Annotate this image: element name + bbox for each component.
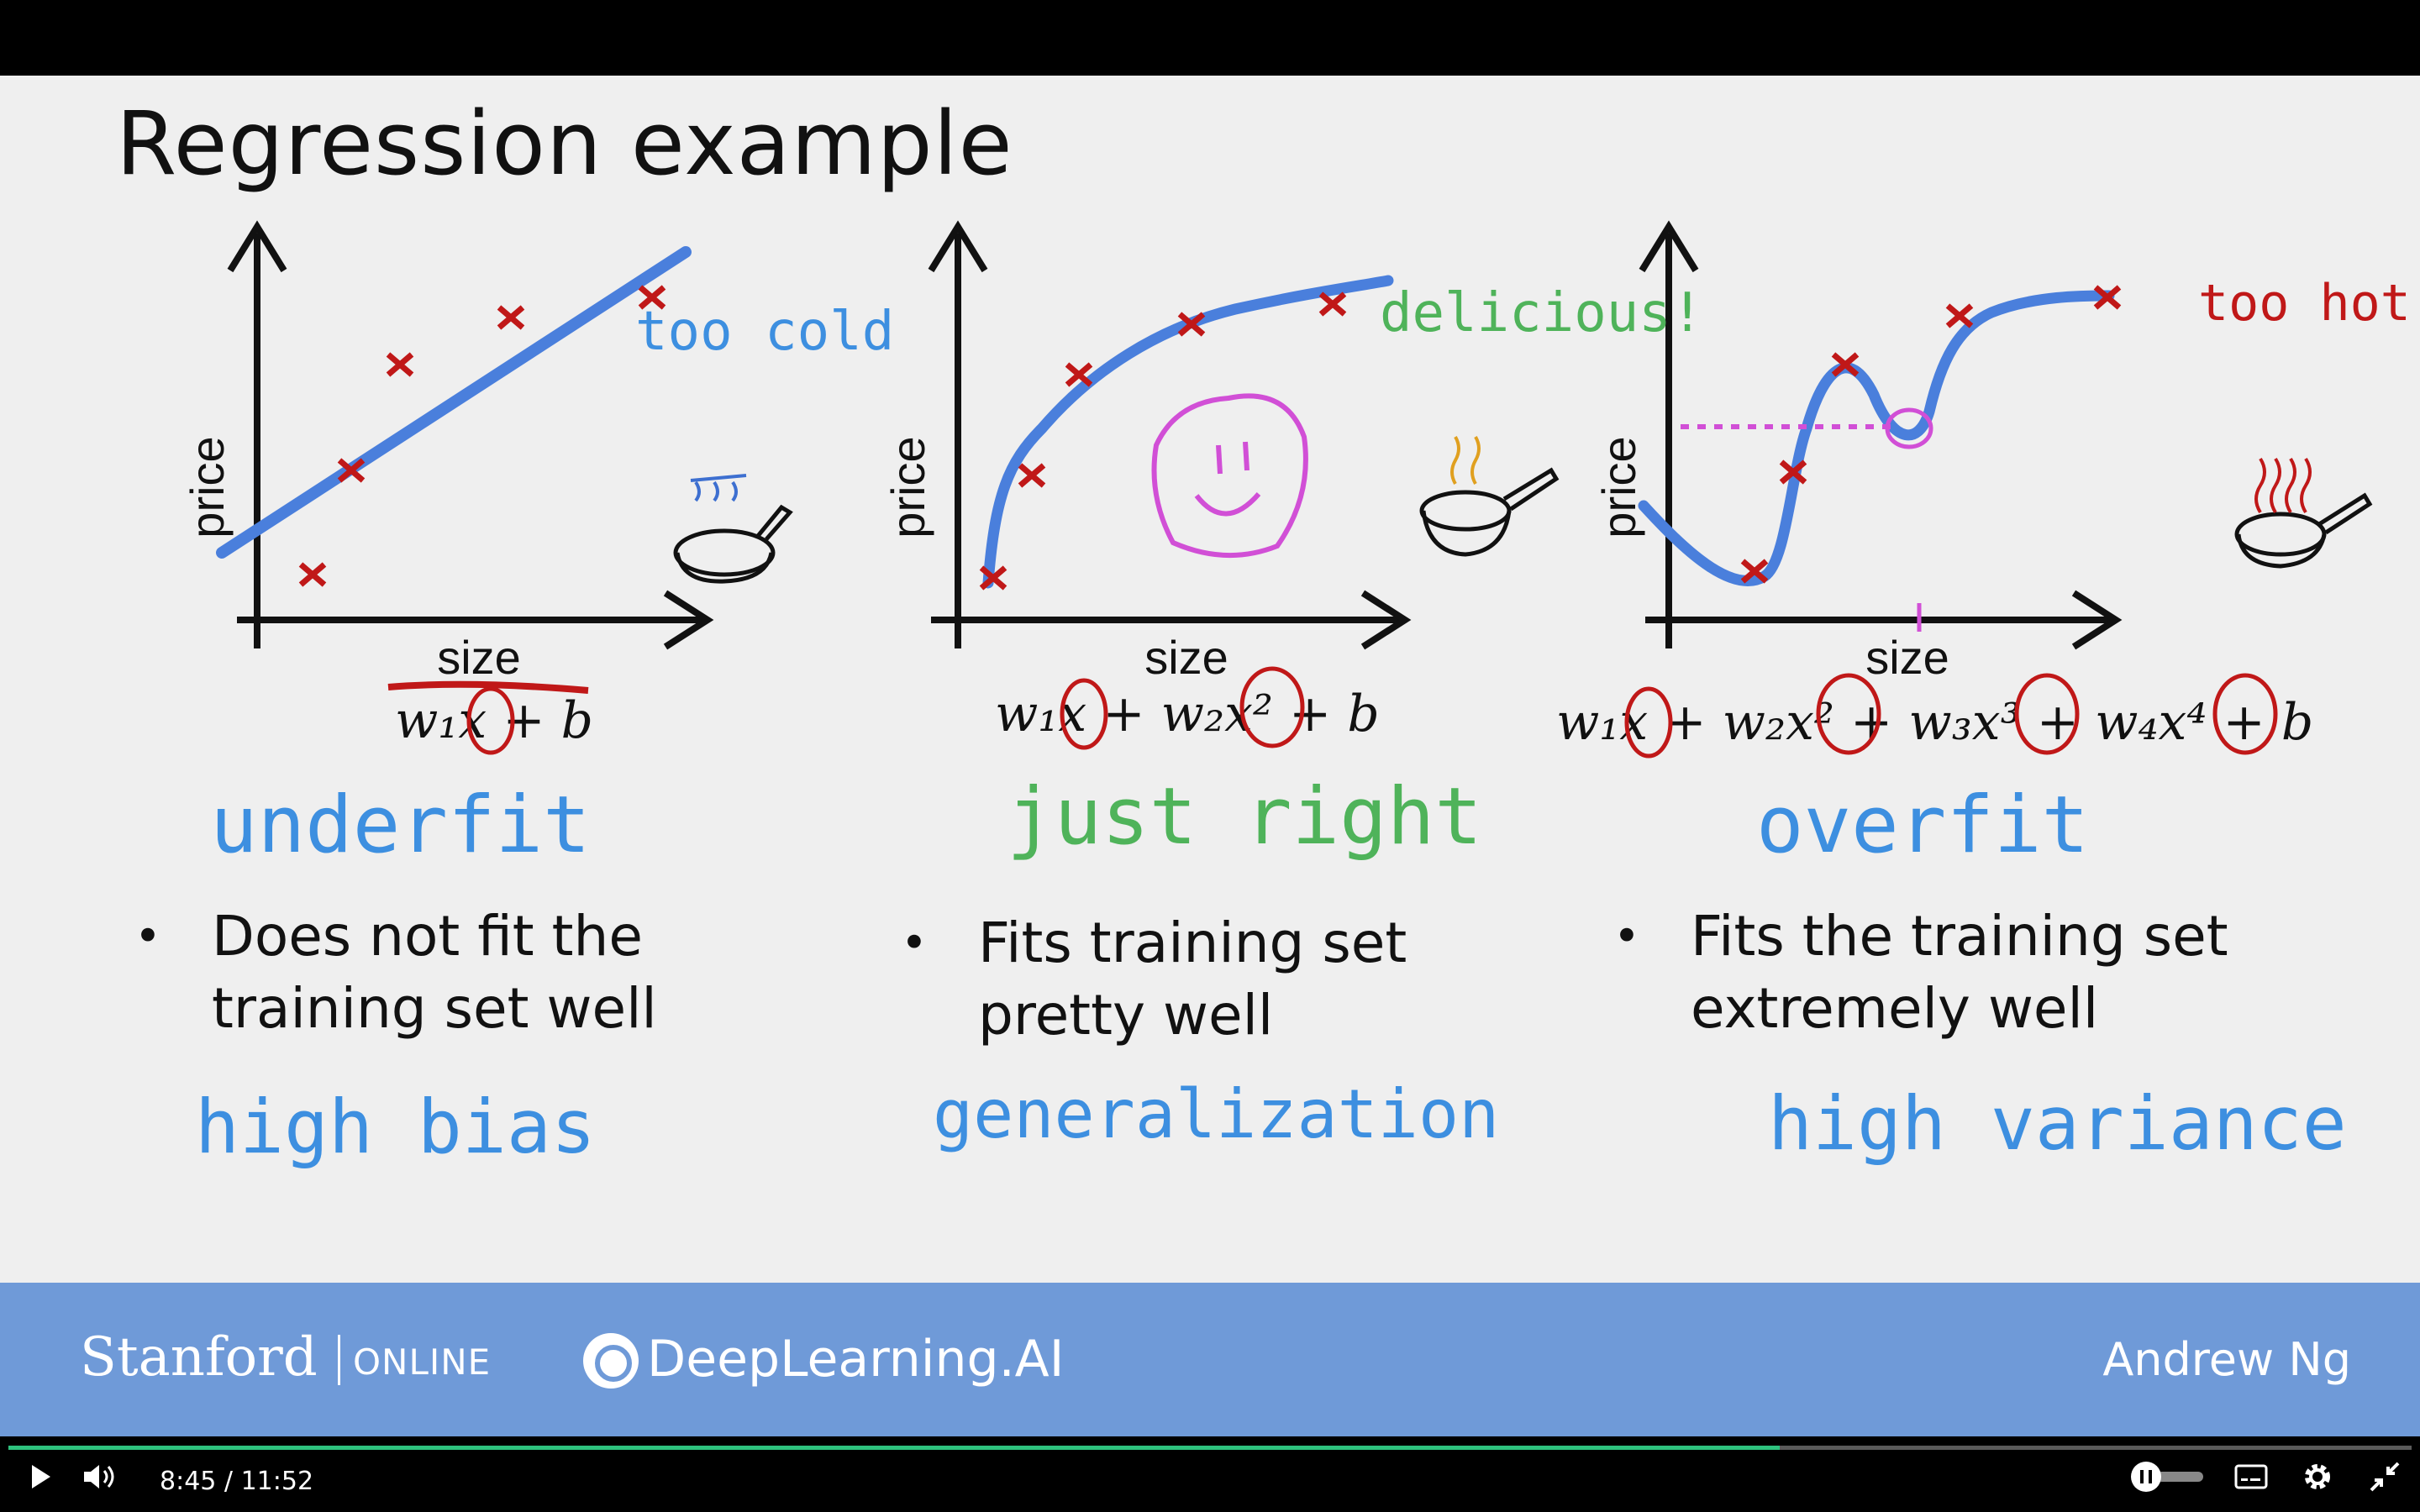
play-icon [32, 1465, 50, 1488]
bullet-line: extremely well [1691, 976, 2099, 1041]
progress-bar[interactable] [8, 1446, 2412, 1450]
label-overfit: overfit [1756, 780, 2090, 871]
slide-footer: Stanford ONLINE DeepLearning.AI Andrew N… [0, 1283, 2420, 1436]
data-points [298, 285, 666, 587]
equation-linear: w₁x + b [395, 691, 593, 750]
bullet-overfit: • Fits the training set extremely well [1613, 900, 2228, 1045]
play-button[interactable] [25, 1462, 55, 1495]
label-generalization: generalization [933, 1075, 1500, 1153]
exit-fullscreen-icon [2370, 1462, 2400, 1492]
online-logo-text: ONLINE [353, 1341, 492, 1383]
deeplearning-logo-text: DeepLearning.AI [647, 1330, 1065, 1389]
logo-divider [338, 1335, 340, 1385]
time-display: 8:45 / 11:52 [160, 1467, 313, 1496]
polynomial-fit-curve [1638, 290, 2115, 586]
volume-icon [84, 1465, 114, 1488]
note-too-hot: too hot! [2198, 274, 2420, 333]
bullet-line: training set well [212, 976, 657, 1041]
captions-button[interactable] [2233, 1462, 2269, 1495]
time-separator: / [224, 1467, 234, 1496]
current-time: 8:45 [160, 1467, 217, 1496]
bullet-line: Fits the training set [1691, 904, 2228, 969]
pause-toggle[interactable] [2129, 1460, 2207, 1497]
captions-icon [2234, 1464, 2268, 1489]
ylabel-price: price [181, 436, 234, 538]
note-delicious: delicious! [1380, 282, 1704, 344]
volume-button[interactable] [81, 1462, 118, 1495]
video-controls: 8:45 / 11:52 [0, 1436, 2420, 1512]
bullet-just-right: • Fits training set pretty well [901, 907, 1407, 1052]
label-just-right: just right [1007, 771, 1482, 863]
duration: 11:52 [240, 1467, 314, 1496]
letterbox-top [0, 0, 2420, 76]
bullet-dot: • [1613, 910, 1640, 963]
linear-fit-line [216, 246, 692, 559]
bullet-dot: • [901, 916, 928, 969]
svg-text:price: price [881, 436, 934, 538]
cold-marks [690, 474, 747, 502]
note-too-cold: too cold [635, 301, 895, 363]
bullet-line: Fits training set [978, 911, 1407, 975]
bullet-line: Does not fit the [212, 904, 643, 969]
equation-quadratic: w₁x + w₂x² + b [995, 685, 1380, 743]
video-frame[interactable]: Regression example price size w₁x + b pr… [0, 76, 2420, 1283]
bullet-line: pretty well [978, 983, 1274, 1047]
stanford-logo-text: Stanford [80, 1326, 318, 1389]
pan-warm-drawing [1419, 467, 1560, 557]
smiley-face-drawing [1151, 393, 1308, 558]
svg-text:size: size [1144, 631, 1228, 684]
svg-text:size: size [1865, 631, 1949, 684]
bullet-underfit: • Does not fit the training set well [134, 900, 657, 1045]
exit-fullscreen-button[interactable] [2368, 1460, 2402, 1497]
label-underfit: underfit [210, 780, 591, 871]
deeplearning-logo-icon [583, 1333, 639, 1389]
gear-icon [2305, 1464, 2330, 1489]
svg-text:price: price [1592, 436, 1645, 538]
xlabel-size: size [437, 631, 521, 684]
author-name: Andrew Ng [2102, 1333, 2351, 1386]
label-high-variance: high variance [1768, 1080, 2347, 1167]
bullet-dot: • [134, 910, 161, 963]
progress-fill [8, 1446, 1780, 1450]
pause-toggle-icon [2131, 1462, 2203, 1492]
settings-button[interactable] [2301, 1460, 2334, 1497]
label-high-bias: high bias [195, 1084, 596, 1170]
pan-cold-drawing [673, 504, 793, 584]
